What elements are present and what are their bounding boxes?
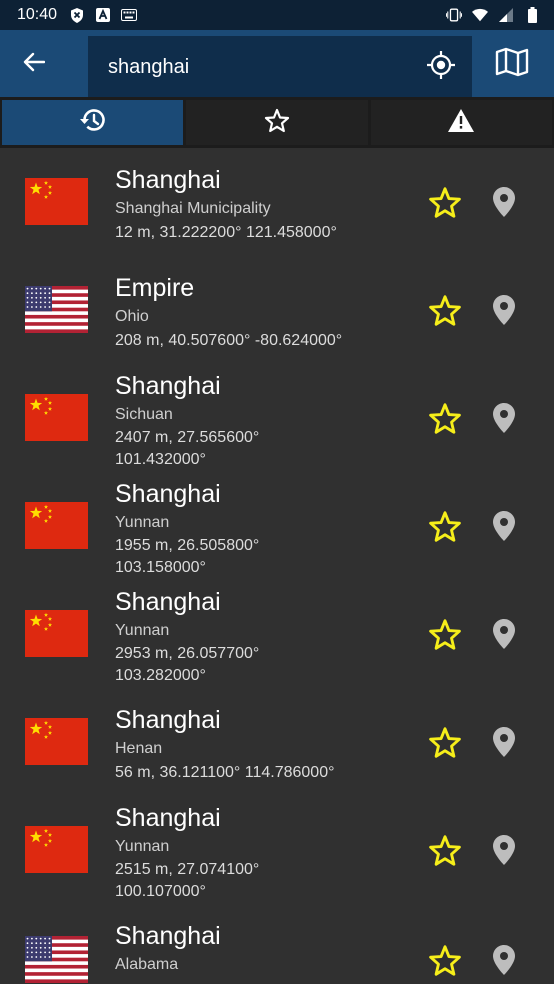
place-name: Shanghai — [115, 372, 221, 400]
place-name: Empire — [115, 274, 195, 302]
tab-bar — [0, 97, 554, 148]
place-coords: 2407 m, 27.565600° 101.432000° — [115, 429, 260, 468]
place-coords: 1955 m, 26.505800° 103.158000° — [115, 537, 260, 576]
favorite-button[interactable] — [427, 292, 463, 328]
star-outline-icon — [429, 186, 461, 218]
list-item[interactable]: Shanghai Henan 56 m, 36.121100° 114.7860… — [0, 688, 554, 796]
app-bar — [0, 30, 554, 98]
place-region: Henan — [115, 740, 163, 757]
tab-alerts[interactable] — [370, 100, 552, 145]
map-pin-icon — [493, 403, 515, 433]
place-name: Shanghai — [115, 922, 221, 950]
star-outline-icon — [429, 294, 461, 326]
tab-favorites[interactable] — [186, 100, 368, 145]
star-outline-icon — [429, 726, 461, 758]
place-name: Shanghai — [115, 804, 221, 832]
signal-icon — [498, 7, 514, 23]
map-pin-icon — [493, 295, 515, 325]
history-icon — [79, 107, 107, 138]
locate-button[interactable] — [426, 50, 456, 84]
place-region: Sichuan — [115, 406, 173, 423]
favorite-button[interactable] — [427, 616, 463, 652]
star-outline-icon — [429, 944, 461, 976]
battery-icon — [524, 7, 540, 23]
map-pin-icon — [493, 945, 515, 975]
china-flag-icon — [25, 502, 88, 549]
map-pin-icon — [493, 727, 515, 757]
favorite-button[interactable] — [427, 942, 463, 978]
map-button[interactable] — [494, 47, 530, 82]
map-pin-icon — [493, 619, 515, 649]
favorite-button[interactable] — [427, 508, 463, 544]
place-region: Ohio — [115, 308, 149, 325]
favorite-button[interactable] — [427, 184, 463, 220]
place-coords: 12 m, 31.222200° 121.458000° — [115, 224, 337, 241]
status-time: 10:40 — [17, 6, 58, 23]
usa-flag-icon — [25, 936, 88, 983]
star-outline-icon — [264, 108, 290, 138]
list-item[interactable]: Shanghai Shanghai Municipality 12 m, 31.… — [0, 148, 554, 256]
list-item[interactable]: Shanghai Sichuan 2407 m, 27.565600° 101.… — [0, 364, 554, 472]
place-name: Shanghai — [115, 166, 221, 194]
search-input[interactable] — [108, 50, 408, 84]
star-outline-icon — [429, 510, 461, 542]
search-box — [88, 36, 472, 98]
place-name: Shanghai — [115, 588, 221, 616]
warning-icon — [448, 108, 475, 137]
star-outline-icon — [429, 834, 461, 866]
place-name: Shanghai — [115, 480, 221, 508]
keyboard-icon — [121, 7, 138, 23]
show-on-map-button[interactable] — [490, 508, 518, 544]
a-box-icon — [95, 7, 111, 23]
arrow-left-icon — [23, 52, 46, 77]
results-list: Shanghai Shanghai Municipality 12 m, 31.… — [0, 148, 554, 984]
star-outline-icon — [429, 402, 461, 434]
favorite-button[interactable] — [427, 724, 463, 760]
shield-x-icon — [69, 7, 85, 23]
map-pin-icon — [493, 187, 515, 217]
show-on-map-button[interactable] — [490, 724, 518, 760]
place-region: Shanghai Municipality — [115, 200, 271, 217]
place-region: Yunnan — [115, 838, 170, 855]
show-on-map-button[interactable] — [490, 400, 518, 436]
place-coords: 2953 m, 26.057700° 103.282000° — [115, 645, 260, 684]
list-item[interactable]: Empire Ohio 208 m, 40.507600° -80.624000… — [0, 256, 554, 364]
map-pin-icon — [493, 511, 515, 541]
vibrate-icon — [446, 7, 462, 23]
place-region: Yunnan — [115, 514, 170, 531]
status-bar: 10:40 — [0, 0, 554, 30]
map-pin-icon — [493, 835, 515, 865]
show-on-map-button[interactable] — [490, 292, 518, 328]
list-item[interactable]: Shanghai Yunnan 2515 m, 27.074100° 100.1… — [0, 796, 554, 904]
list-item[interactable]: Shanghai Alabama — [0, 915, 554, 984]
map-icon — [495, 47, 529, 82]
usa-flag-icon — [25, 286, 88, 333]
place-coords: 208 m, 40.507600° -80.624000° — [115, 332, 343, 349]
china-flag-icon — [25, 394, 88, 441]
list-item[interactable]: Shanghai Yunnan 2953 m, 26.057700° 103.2… — [0, 580, 554, 688]
place-region: Alabama — [115, 956, 179, 973]
tab-history[interactable] — [2, 100, 184, 145]
crosshair-icon — [427, 50, 455, 84]
place-coords: 2515 m, 27.074100° 100.107000° — [115, 861, 260, 900]
place-name: Shanghai — [115, 706, 221, 734]
show-on-map-button[interactable] — [490, 184, 518, 220]
china-flag-icon — [25, 826, 88, 873]
show-on-map-button[interactable] — [490, 832, 518, 868]
show-on-map-button[interactable] — [490, 616, 518, 652]
china-flag-icon — [25, 178, 88, 225]
place-coords: 56 m, 36.121100° 114.786000° — [115, 764, 335, 781]
list-item[interactable]: Shanghai Yunnan 1955 m, 26.505800° 103.1… — [0, 472, 554, 580]
show-on-map-button[interactable] — [490, 942, 518, 978]
back-button[interactable] — [18, 50, 50, 78]
china-flag-icon — [25, 610, 88, 657]
wifi-icon — [472, 7, 488, 23]
star-outline-icon — [429, 618, 461, 650]
place-region: Yunnan — [115, 622, 170, 639]
favorite-button[interactable] — [427, 832, 463, 868]
china-flag-icon — [25, 718, 88, 765]
favorite-button[interactable] — [427, 400, 463, 436]
